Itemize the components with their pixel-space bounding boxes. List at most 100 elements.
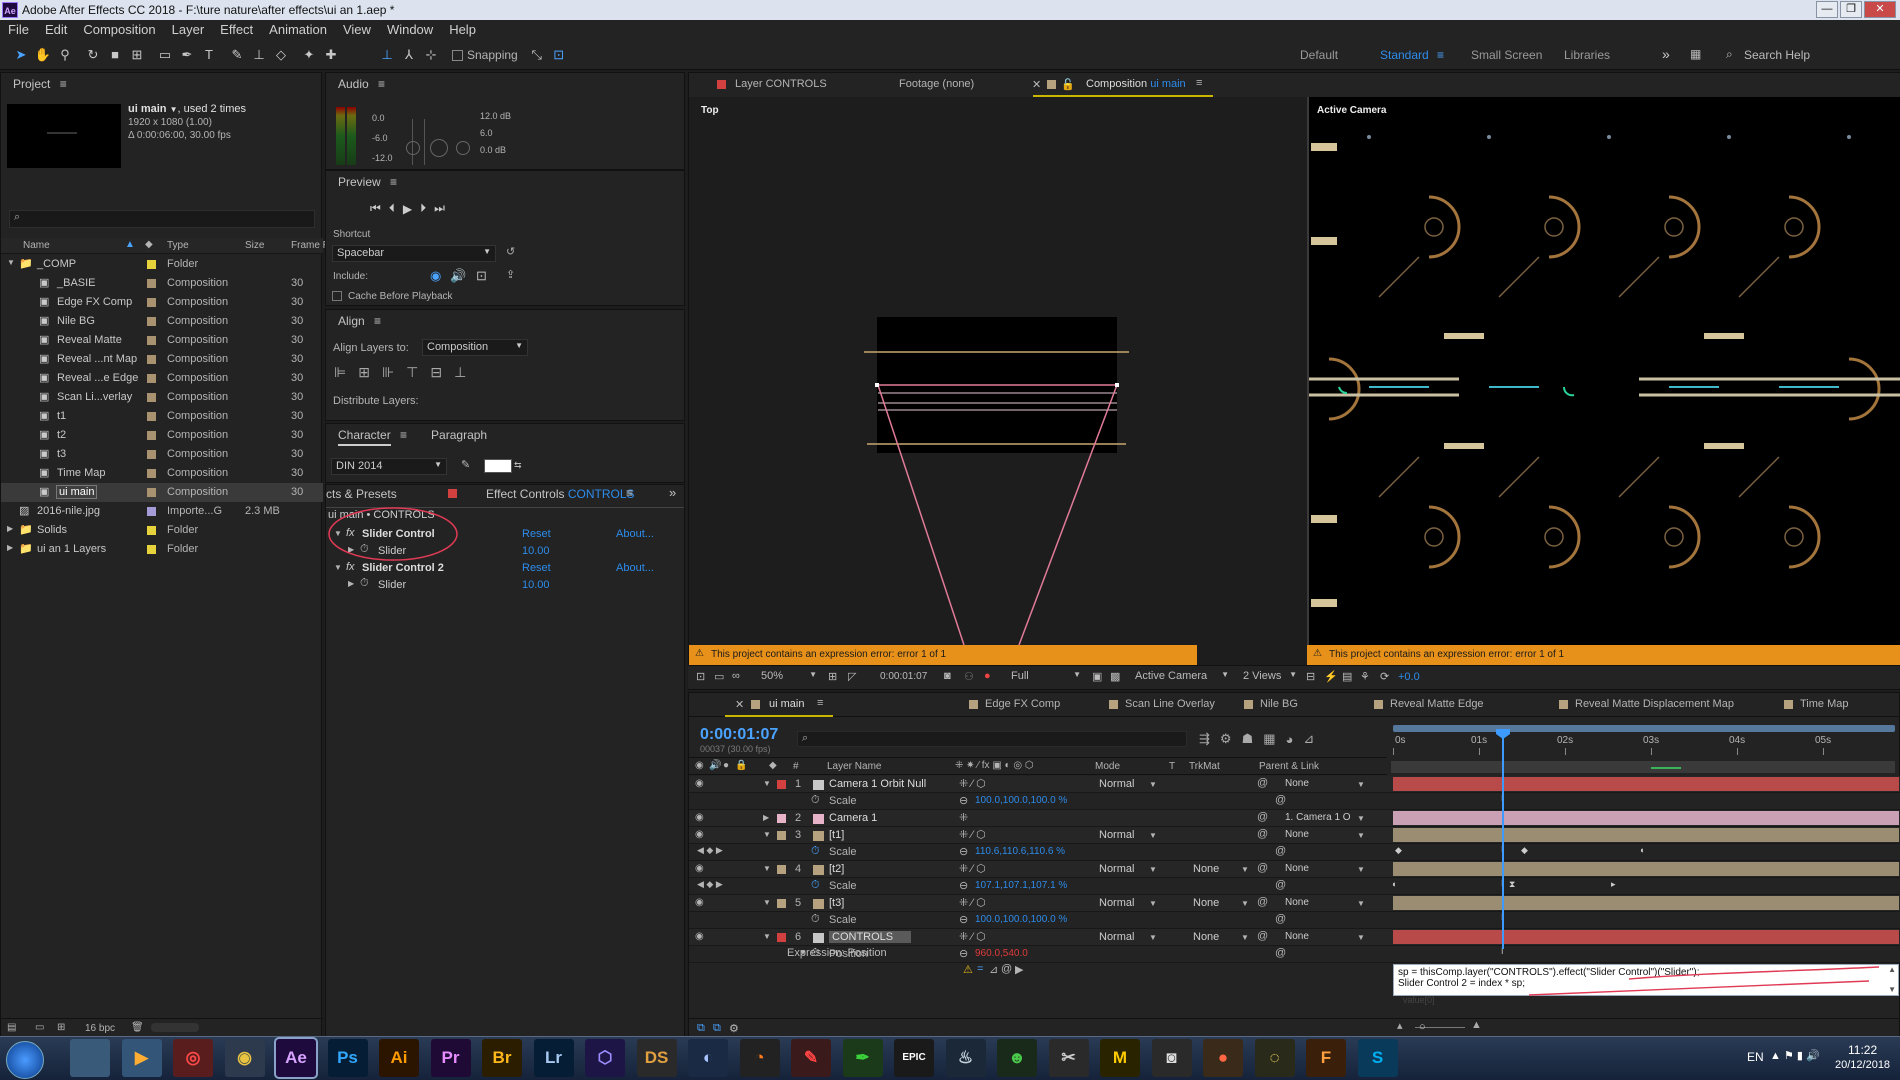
visibility-eye-icon[interactable]: ◉ bbox=[695, 829, 704, 840]
trkmat-dropdown[interactable]: None bbox=[1193, 897, 1219, 909]
layer-duration-bar[interactable] bbox=[1393, 777, 1899, 791]
timeline-tab[interactable]: Edge FX Comp bbox=[985, 698, 1060, 710]
snap-edges-icon[interactable]: ⤡ bbox=[526, 44, 548, 66]
export-icon[interactable]: ⇪ bbox=[506, 268, 515, 281]
language-indicator[interactable]: EN bbox=[1747, 1050, 1764, 1064]
workspace-small-screen[interactable]: Small Screen bbox=[1471, 48, 1542, 62]
parent-dropdown[interactable]: None bbox=[1285, 931, 1309, 942]
label-color-swatch[interactable] bbox=[147, 393, 156, 402]
layer-duration-bar[interactable] bbox=[1393, 862, 1899, 876]
close-tab-icon[interactable]: ✕ bbox=[1032, 78, 1041, 91]
clock-time[interactable]: 11:22 bbox=[1848, 1043, 1877, 1057]
include-audio-icon[interactable]: 🔊 bbox=[450, 268, 466, 284]
align-vcenter-icon[interactable]: ⊟ bbox=[430, 364, 442, 381]
layer-name[interactable]: Camera 1 Orbit Null bbox=[829, 778, 926, 790]
fast-preview-icon[interactable]: ⚡ bbox=[1324, 670, 1338, 683]
lightroom-taskbar-icon[interactable]: Lr bbox=[533, 1039, 574, 1077]
blend-mode-dropdown[interactable]: Normal bbox=[1099, 863, 1134, 875]
timeline-tab[interactable]: Reveal Matte Displacement Map bbox=[1575, 698, 1734, 710]
trkmat-dropdown[interactable]: None bbox=[1193, 931, 1219, 943]
layer-name[interactable]: Camera 1 bbox=[829, 812, 877, 824]
project-item[interactable]: ▼ 📁 _COMP Folder bbox=[1, 255, 323, 274]
visibility-eye-icon[interactable]: ◉ bbox=[695, 778, 704, 789]
menu-effect[interactable]: Effect bbox=[212, 20, 261, 37]
audio-slider-master[interactable] bbox=[430, 139, 448, 157]
snapshot-icon[interactable]: ◙ bbox=[944, 670, 951, 682]
cinema4d-taskbar-icon[interactable]: ◐ bbox=[688, 1039, 728, 1077]
visibility-eye-icon[interactable]: ◉ bbox=[695, 812, 704, 823]
link-icon[interactable]: ⊖ bbox=[959, 845, 968, 858]
mask-visibility-icon[interactable]: ◸ bbox=[848, 670, 856, 683]
project-item[interactable]: ▣ Edge FX Comp Composition 30 bbox=[1, 293, 323, 312]
project-item[interactable]: ▣ t2 Composition 30 bbox=[1, 426, 323, 445]
vr-icon[interactable]: ∞ bbox=[732, 670, 740, 682]
composition-flowchart-icon[interactable]: ⇶ bbox=[1199, 731, 1210, 747]
transfer-controls-icon[interactable]: ⧉ bbox=[713, 1022, 721, 1035]
workspace-libraries[interactable]: Libraries bbox=[1564, 48, 1610, 62]
folder-collapsed-icon[interactable]: ▶ bbox=[7, 524, 13, 533]
pickwhip-icon[interactable]: @ bbox=[1275, 879, 1286, 891]
draft-3d-icon[interactable]: ⚙ bbox=[1220, 731, 1232, 747]
shortcut-dropdown[interactable]: Spacebar ▼ bbox=[332, 245, 496, 262]
layer-row[interactable]: ◉ ▼ 1 Camera 1 Orbit Null ⁜ ⁄ ⬡ Normal ▼ @ None ▼ bbox=[689, 776, 1900, 793]
vector-app-taskbar-icon[interactable]: ⬡ bbox=[585, 1039, 625, 1077]
label-color-swatch[interactable] bbox=[777, 831, 786, 840]
rotate-tool-icon[interactable]: ↻ bbox=[82, 44, 104, 66]
property-value[interactable]: 100.0,100.0,100.0 % bbox=[975, 795, 1067, 806]
workspace-default[interactable]: Default bbox=[1300, 48, 1338, 62]
align-bottom-icon[interactable]: ⊥ bbox=[454, 364, 466, 381]
project-item[interactable]: ▣ Time Map Composition 30 bbox=[1, 464, 323, 483]
layer-duration-bar[interactable] bbox=[1393, 896, 1899, 910]
visibility-eye-icon[interactable]: ◉ bbox=[695, 863, 704, 874]
parent-pickwhip-icon[interactable]: @ bbox=[1257, 896, 1268, 908]
f-app-taskbar-icon[interactable]: F bbox=[1306, 1039, 1346, 1077]
property-value[interactable]: 107.1,107.1,107.1 % bbox=[975, 880, 1067, 891]
layer-row[interactable]: ◉ ▼ 6 CONTROLS ⁜ ⁄ ⬡ Normal ▼ None ▼ @ None ▼ bbox=[689, 929, 1900, 946]
font-family-dropdown[interactable]: DIN 2014 ▼ bbox=[331, 458, 447, 475]
chevron-down-icon[interactable]: ▼ bbox=[170, 105, 178, 114]
label-color-swatch[interactable] bbox=[147, 298, 156, 307]
label-color-swatch[interactable] bbox=[147, 317, 156, 326]
expression-warning-icon[interactable]: ⚠ bbox=[963, 963, 973, 976]
m-app-taskbar-icon[interactable]: M bbox=[1100, 1039, 1140, 1077]
current-time[interactable]: 0:00:01:07 bbox=[700, 726, 778, 744]
label-color-swatch[interactable] bbox=[147, 507, 156, 516]
keyframe-marker[interactable]: ◖ bbox=[1639, 845, 1644, 855]
label-color-swatch[interactable] bbox=[147, 488, 156, 497]
timeline-zoom-handle[interactable]: ○ bbox=[1419, 1021, 1426, 1033]
premiere-taskbar-icon[interactable]: Pr bbox=[430, 1039, 471, 1077]
panel-menu-icon[interactable]: ≡ bbox=[60, 77, 67, 91]
menu-composition[interactable]: Composition bbox=[75, 20, 163, 37]
blend-mode-dropdown[interactable]: Normal bbox=[1099, 778, 1134, 790]
view-layout-dropdown[interactable]: 2 Views ▼ bbox=[1240, 669, 1300, 685]
tab-footage[interactable]: Footage (none) bbox=[899, 78, 974, 90]
property-value[interactable]: 100.0,100.0,100.0 % bbox=[975, 914, 1067, 925]
channel-icon[interactable]: ● bbox=[984, 670, 991, 682]
always-preview-icon[interactable]: ⊡ bbox=[696, 670, 705, 683]
label-color-swatch[interactable] bbox=[147, 526, 156, 535]
tab-layer[interactable]: Layer CONTROLS bbox=[735, 78, 827, 90]
layer-switches-icon[interactable]: ⁜ ⁄ ⬡ bbox=[959, 930, 986, 943]
character-app-taskbar-icon[interactable]: ☻ bbox=[997, 1039, 1037, 1077]
local-axis-icon[interactable]: ⊥ bbox=[376, 44, 398, 66]
label-color-swatch[interactable] bbox=[147, 412, 156, 421]
skype-taskbar-icon[interactable]: S bbox=[1357, 1039, 1398, 1077]
zoom-out-icon[interactable]: ▴ bbox=[1397, 1019, 1403, 1032]
audio-slider-left[interactable] bbox=[406, 141, 420, 155]
epic-games-taskbar-icon[interactable]: EPIC bbox=[894, 1039, 934, 1077]
link-icon[interactable]: ⊖ bbox=[959, 794, 968, 807]
label-color-swatch[interactable] bbox=[147, 260, 156, 269]
tab-character[interactable]: Character bbox=[338, 428, 391, 446]
project-item[interactable]: ▨ 2016-nile.jpg Importe...G 2.3 MB bbox=[1, 502, 323, 521]
new-comp-icon[interactable]: ⊞ bbox=[57, 1022, 65, 1033]
visibility-eye-icon[interactable]: ◉ bbox=[695, 931, 704, 942]
idea-app-taskbar-icon[interactable]: ◌ bbox=[1254, 1039, 1295, 1077]
label-color-swatch[interactable] bbox=[147, 355, 156, 364]
parent-dropdown[interactable]: 1. Camera 1 O bbox=[1285, 812, 1351, 823]
project-search-input[interactable]: ⌕ bbox=[9, 210, 315, 228]
menu-layer[interactable]: Layer bbox=[164, 20, 213, 37]
stopwatch-icon[interactable]: ⏱ bbox=[811, 794, 820, 807]
stopwatch-icon[interactable]: ⏱ bbox=[811, 879, 820, 892]
close-button[interactable]: ✕ bbox=[1864, 1, 1896, 18]
align-tab[interactable]: Align bbox=[338, 314, 365, 328]
